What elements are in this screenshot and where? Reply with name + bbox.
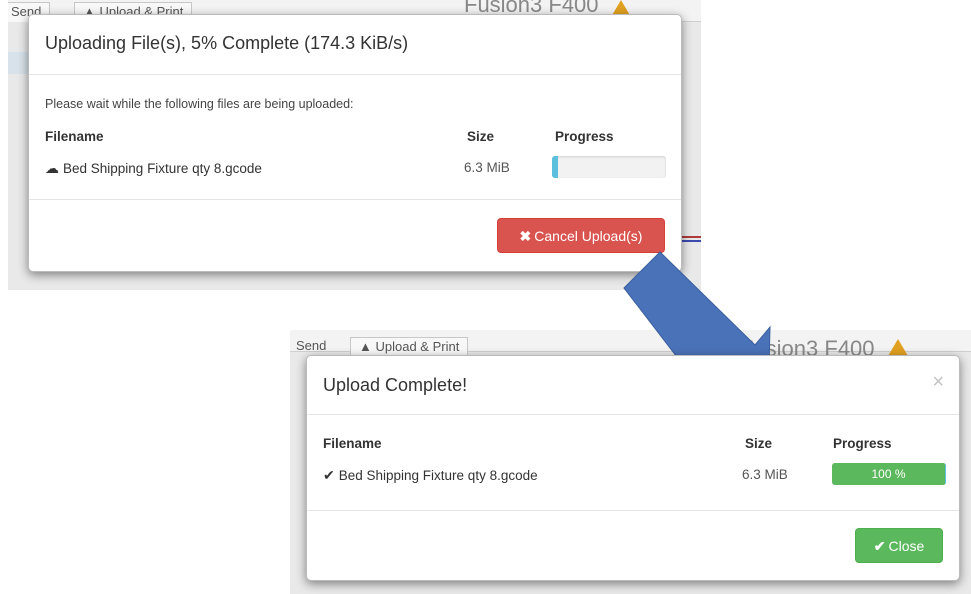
check-icon: ✔ <box>873 538 886 554</box>
dialog-title: Uploading File(s), 5% Complete (174.3 Ki… <box>45 33 409 53</box>
column-header-progress: Progress <box>833 436 892 451</box>
checkmark-icon: ✔ <box>323 467 335 483</box>
upload-complete-dialog: Upload Complete! × Filename Size Progres… <box>306 355 960 581</box>
progress-fill: 100 % <box>832 463 946 485</box>
column-header-size: Size <box>745 436 773 451</box>
cancel-upload-label: Cancel Upload(s) <box>534 228 643 244</box>
file-row: ✔ Bed Shipping Fixture qty 8.gcode <box>323 467 538 484</box>
warning-icon <box>888 339 908 356</box>
close-button-label: Close <box>888 538 925 554</box>
file-size: 6.3 MiB <box>742 467 788 482</box>
progress-fill <box>552 156 558 178</box>
column-header-filename: Filename <box>45 129 104 144</box>
dialog-header: Upload Complete! × <box>307 356 959 415</box>
dialog-header: Uploading File(s), 5% Complete (174.3 Ki… <box>29 15 681 75</box>
file-name: Bed Shipping Fixture qty 8.gcode <box>63 161 262 176</box>
file-size: 6.3 MiB <box>464 160 510 175</box>
cancel-upload-button[interactable]: ✖ Cancel Upload(s) <box>497 218 665 253</box>
background-graph-line <box>682 240 701 242</box>
background-tab-send: Send <box>296 338 327 353</box>
background-tab-upload-print: ▲ Upload & Print <box>350 337 469 357</box>
file-row: ☁ Bed Shipping Fixture qty 8.gcode <box>45 160 262 177</box>
close-button[interactable]: ✔ Close <box>855 528 943 563</box>
cancel-x-icon: ✖ <box>519 228 532 244</box>
file-name: Bed Shipping Fixture qty 8.gcode <box>338 468 538 483</box>
dialog-footer: ✖ Cancel Upload(s) <box>29 199 681 271</box>
background-graph-line <box>682 236 701 238</box>
column-header-progress: Progress <box>555 129 614 144</box>
upload-progress-bar <box>552 156 666 178</box>
complete-progress-bar: 100 % <box>832 463 946 485</box>
screenshot-stage: Send ▲ Upload & Print Fusion3 F400 Send … <box>0 0 971 594</box>
column-header-filename: Filename <box>323 436 382 451</box>
dialog-footer: ✔ Close <box>307 510 959 580</box>
dialog-title: Upload Complete! <box>323 375 468 395</box>
background-tab-label: Upload & Print <box>375 339 460 354</box>
column-header-size: Size <box>467 129 495 144</box>
upload-cloud-icon: ☁ <box>45 160 59 176</box>
close-icon[interactable]: × <box>932 372 944 392</box>
upload-wait-message: Please wait while the following files ar… <box>45 97 354 111</box>
uploading-dialog: Uploading File(s), 5% Complete (174.3 Ki… <box>28 14 682 272</box>
